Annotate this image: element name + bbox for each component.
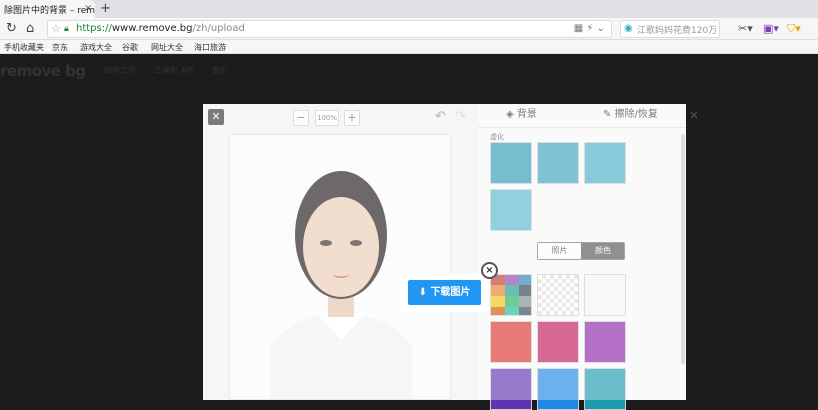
popup-close-button[interactable]: × xyxy=(481,262,498,279)
modal-close-icon[interactable]: × xyxy=(689,108,699,122)
search-input[interactable]: ◉ 江歌妈妈花费120万 xyxy=(620,20,720,38)
nav-tools-api[interactable]: 工具和 API xyxy=(154,65,193,76)
url-actions-icon[interactable]: ▦ ⚡ ⌄ xyxy=(574,23,605,34)
new-tab-button[interactable]: + xyxy=(100,1,111,16)
bookmark-item[interactable]: 网址大全 xyxy=(151,42,183,53)
download-icon: ⬇︎ xyxy=(418,287,431,298)
bookmark-star-icon[interactable]: ☆ xyxy=(51,22,61,35)
download-label: 下载图片 xyxy=(430,287,471,298)
browser-tab[interactable]: 除图片中的背景 – remove.bg × xyxy=(0,0,95,18)
bookmark-item[interactable]: 谷歌 xyxy=(122,42,138,53)
bookmark-item[interactable]: 手机收藏夹 xyxy=(4,42,44,53)
nav-pricing[interactable]: 定价 xyxy=(212,65,228,76)
lock-icon: 🔒︎ xyxy=(64,24,69,34)
search-engine-icon: ◉ xyxy=(624,23,633,34)
address-bar: ↻ ⌂ ☆ 🔒︎ https://www.remove.bg/zh/upload… xyxy=(0,18,818,40)
bookmarks-bar: 手机收藏夹 京东 游戏大全 谷歌 网址大全 海口旅游 xyxy=(0,40,818,54)
reload-icon[interactable]: ↻ xyxy=(6,21,17,36)
url-host: www.remove.bg xyxy=(111,23,193,34)
site-logo[interactable]: remove bg xyxy=(0,62,86,80)
tab-bar: 除图片中的背景 – remove.bg × + xyxy=(0,0,818,18)
modal-overlay xyxy=(203,104,686,400)
extension-icon[interactable]: ▣▾ xyxy=(763,22,779,35)
bookmark-item[interactable]: 京东 xyxy=(52,42,68,53)
scissors-icon[interactable]: ✂︎▾ xyxy=(738,22,753,35)
url-scheme: https:// xyxy=(76,23,112,34)
download-image-button[interactable]: ⬇︎ 下载图片 xyxy=(408,280,481,305)
page-content: remove bg 如何工作 工具和 API 定价 ✕ − 100% + ↶ ↷ xyxy=(0,54,818,410)
nav-how-it-works[interactable]: 如何工作 xyxy=(104,65,136,76)
bookmark-item[interactable]: 海口旅游 xyxy=(194,42,226,53)
bookmark-item[interactable]: 游戏大全 xyxy=(80,42,112,53)
url-input[interactable]: ☆ 🔒︎ https://www.remove.bg/zh/upload ▦ ⚡… xyxy=(47,20,612,38)
shield-icon[interactable]: ⛉▾ xyxy=(787,22,801,36)
tab-close-button[interactable]: × xyxy=(84,3,92,14)
search-placeholder: 江歌妈妈花费120万 xyxy=(637,26,718,36)
tab-title: 除图片中的背景 – remove.bg xyxy=(4,6,95,16)
url-path: /zh/upload xyxy=(192,23,245,34)
url-text: https://www.remove.bg/zh/upload xyxy=(76,23,245,34)
download-popup: ⬇︎ 下载图片 xyxy=(400,274,488,312)
home-icon[interactable]: ⌂ xyxy=(26,21,34,36)
